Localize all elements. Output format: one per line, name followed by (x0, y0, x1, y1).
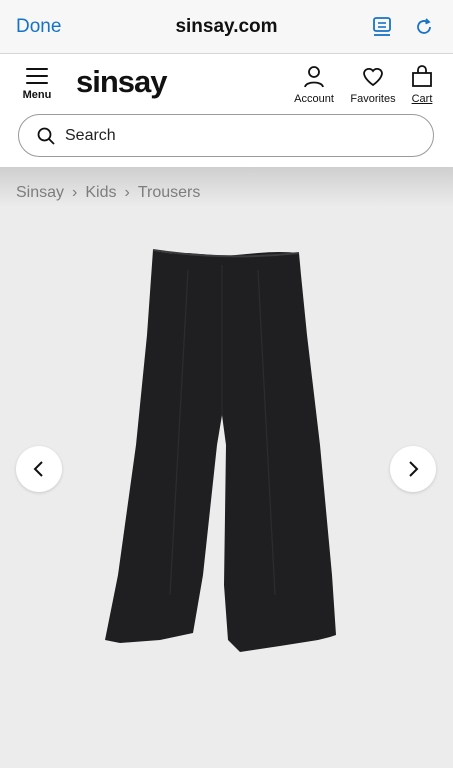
url-text[interactable]: sinsay.com (175, 16, 277, 37)
hamburger-icon (26, 68, 48, 84)
heart-icon (363, 68, 383, 87)
site-header: Menu sinsay Account Favorites Cart Searc… (0, 54, 453, 167)
breadcrumb-item-trousers[interactable]: Trousers (138, 184, 201, 201)
next-image-button[interactable] (390, 446, 436, 492)
product-image-trousers[interactable] (100, 245, 360, 665)
search-placeholder: Search (65, 127, 116, 144)
chevron-right-icon: › (72, 184, 78, 201)
account-label: Account (294, 93, 334, 105)
done-button[interactable]: Done (16, 16, 61, 38)
menu-label: Menu (22, 89, 52, 101)
chevron-left-icon (33, 461, 43, 477)
chevron-right-icon (409, 461, 419, 477)
reload-icon[interactable] (413, 16, 435, 38)
breadcrumb: Sinsay › Kids › Trousers (16, 184, 200, 202)
reader-icon[interactable] (371, 16, 393, 38)
breadcrumb-item-kids[interactable]: Kids (85, 184, 116, 201)
sinsay-logo[interactable]: sinsay (76, 64, 168, 100)
favorites-button[interactable]: Favorites (345, 64, 401, 105)
bag-icon (412, 65, 432, 87)
menu-button[interactable]: Menu (20, 66, 54, 104)
browser-toolbar: Done sinsay.com (0, 0, 453, 54)
account-button[interactable]: Account (289, 64, 339, 105)
account-icon (304, 66, 324, 88)
previous-image-button[interactable] (16, 446, 62, 492)
favorites-label: Favorites (350, 93, 396, 105)
search-input[interactable]: Search (18, 114, 434, 157)
chevron-right-icon: › (124, 184, 130, 201)
breadcrumb-item-sinsay[interactable]: Sinsay (16, 184, 64, 201)
cart-button[interactable]: Cart (404, 64, 440, 105)
cart-label: Cart (411, 93, 433, 105)
search-icon (37, 127, 55, 145)
